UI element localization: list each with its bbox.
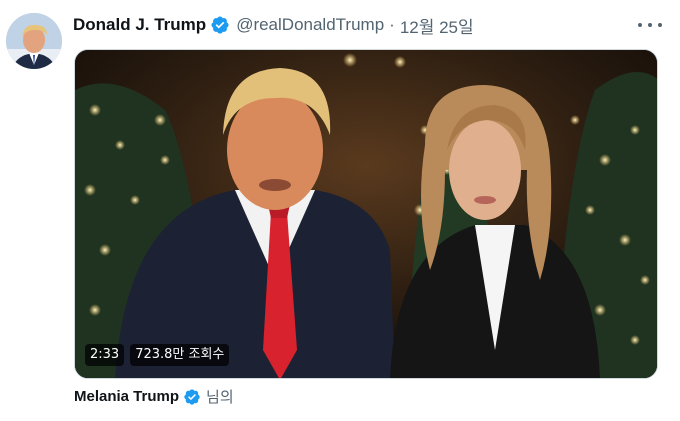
author-handle[interactable]: @realDonaldTrump (236, 15, 384, 35)
tweet-header: Donald J. Trump @realDonaldTrump · 12월 2… (73, 12, 640, 38)
more-options-icon[interactable] (638, 18, 662, 32)
video-attribution[interactable]: Melania Trump 님의 (74, 386, 234, 407)
header-separator: · (389, 15, 395, 34)
attribution-name[interactable]: Melania Trump (74, 388, 179, 405)
tweet-card[interactable]: Donald J. Trump @realDonaldTrump · 12월 2… (0, 0, 680, 421)
video-meta: 2:33 723.8만 조회수 (85, 344, 230, 366)
video-player[interactable]: 2:33 723.8만 조회수 (74, 49, 658, 379)
video-duration: 2:33 (85, 344, 125, 366)
tweet-date[interactable]: 12월 25일 (400, 13, 474, 38)
user-avatar-icon (6, 13, 62, 69)
attribution-suffix: 님의 (206, 388, 234, 406)
video-thumbnail (75, 50, 657, 378)
verified-badge-icon (210, 15, 230, 35)
avatar[interactable] (6, 13, 62, 69)
video-view-count: 723.8만 조회수 (130, 344, 230, 366)
author-display-name[interactable]: Donald J. Trump (73, 15, 206, 35)
verified-badge-icon (183, 388, 201, 406)
